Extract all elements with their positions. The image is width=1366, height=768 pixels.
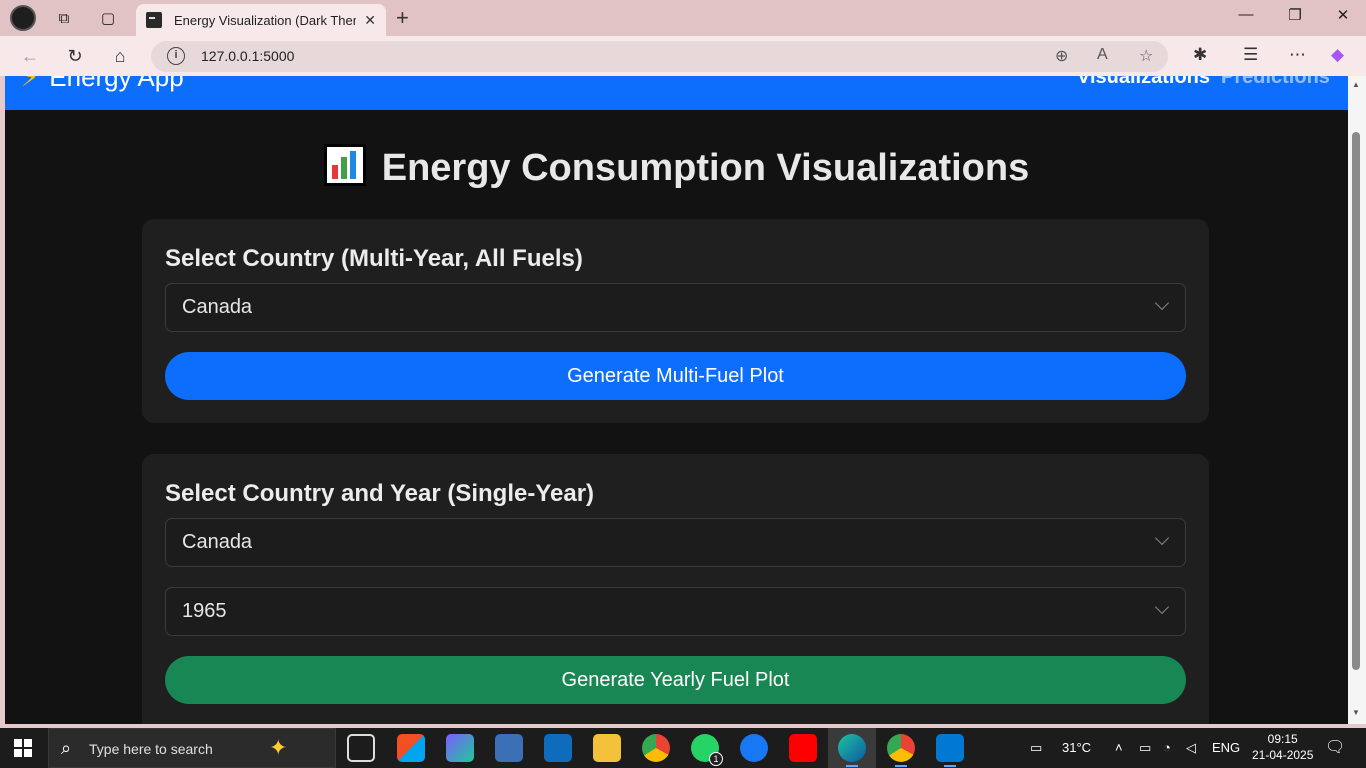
weather-temp[interactable]: 31°C — [1062, 740, 1091, 755]
taskbar-search[interactable]: ⌕ Type here to search ✦ — [48, 728, 336, 768]
volume-icon[interactable]: ◁ — [1186, 740, 1196, 756]
nav-predictions[interactable]: Predictions — [1221, 76, 1330, 89]
scrollbar-thumb[interactable] — [1352, 132, 1360, 670]
site-info-icon[interactable]: i — [167, 47, 185, 65]
multi-year-country-select[interactable]: Canada — [165, 283, 1186, 332]
m365-icon[interactable] — [446, 734, 474, 762]
chrome-profile-icon[interactable] — [887, 734, 915, 767]
generate-yearly-fuel-button[interactable]: Generate Yearly Fuel Plot — [165, 656, 1186, 704]
battery-icon[interactable]: ▭ — [1139, 740, 1151, 756]
home-icon[interactable]: ⌂ — [108, 44, 132, 68]
page-title-text: Energy Consumption Visualizations — [381, 147, 1030, 189]
facebook-icon[interactable] — [740, 734, 768, 762]
store-icon[interactable] — [397, 734, 425, 762]
extensions-icon[interactable]: ✱ — [1193, 45, 1207, 65]
refresh-icon[interactable]: ↻ — [63, 44, 87, 68]
multi-year-country-value: Canada — [182, 296, 253, 318]
browser-toolbar: ← ↻ ⌂ i 127.0.0.1:5000 ⊕ A ☆ ✱ ☰ ⋯ ◆ — [0, 36, 1366, 76]
chevron-down-icon — [1154, 599, 1170, 615]
edge-icon[interactable] — [838, 734, 866, 767]
single-year-year-value: 1965 — [182, 600, 227, 622]
search-placeholder: Type here to search — [89, 741, 213, 757]
browser-tab-strip: ⧉ ▢ Energy Visualization (Dark Theme) ✕ … — [0, 0, 1366, 36]
back-icon[interactable]: ← — [18, 44, 42, 68]
whatsapp-badge: 1 — [709, 752, 723, 766]
remote-desktop-icon[interactable] — [495, 734, 523, 762]
single-year-country-select[interactable]: Canada — [165, 518, 1186, 567]
favorite-star-icon[interactable]: ☆ — [1139, 46, 1153, 66]
chrome-icon[interactable] — [642, 734, 670, 762]
read-aloud-icon[interactable]: A — [1097, 46, 1108, 64]
app-navbar: ⚡ Energy App Visualizations Predictions — [5, 76, 1348, 110]
language-indicator[interactable]: ENG — [1212, 740, 1240, 755]
workspaces-icon[interactable]: ⧉ — [54, 8, 74, 28]
minimize-icon[interactable]: — — [1234, 6, 1258, 23]
zoom-icon[interactable]: ⊕ — [1055, 46, 1068, 66]
clock-date: 21-04-2025 — [1252, 748, 1314, 762]
clock[interactable]: 09:15 21-04-2025 — [1252, 731, 1313, 763]
single-year-country-value: Canada — [182, 531, 253, 553]
chevron-down-icon — [1154, 530, 1170, 546]
brand-name: Energy App — [49, 76, 184, 92]
copilot-icon[interactable]: ◆ — [1331, 45, 1344, 65]
single-year-card: Select Country and Year (Single-Year) Ca… — [142, 454, 1209, 724]
multi-year-heading: Select Country (Multi-Year, All Fuels) — [165, 245, 583, 272]
page-title: Energy Consumption Visualizations — [5, 144, 1348, 190]
chevron-down-icon — [1154, 295, 1170, 311]
windows-taskbar: ⌕ Type here to search ✦ 1 ▭ 31°C ˄ ▭ ◔ ◁… — [0, 728, 1366, 768]
profile-avatar[interactable] — [10, 5, 36, 31]
brand[interactable]: ⚡ Energy App — [21, 76, 184, 93]
lightning-icon: ⚡ — [21, 76, 40, 92]
youtube-icon[interactable] — [789, 734, 817, 762]
search-icon: ⌕ — [61, 738, 72, 758]
single-year-heading: Select Country and Year (Single-Year) — [165, 480, 595, 507]
windows-start-icon[interactable] — [14, 739, 32, 757]
page-scrollbar[interactable]: ▲ ▼ — [1348, 76, 1366, 724]
tray-expand-icon[interactable]: ˄ — [1115, 740, 1123, 755]
vertical-tabs-icon[interactable]: ▢ — [98, 8, 118, 28]
bar-chart-icon — [323, 144, 366, 186]
weather-icon[interactable]: ▭ — [1030, 740, 1042, 756]
single-year-year-select[interactable]: 1965 — [165, 587, 1186, 636]
multi-year-card: Select Country (Multi-Year, All Fuels) C… — [142, 219, 1209, 423]
tab-title: Energy Visualization (Dark Theme) — [174, 12, 357, 28]
nav-visualizations[interactable]: Visualizations — [1077, 76, 1210, 89]
terminal-favicon-icon — [146, 12, 162, 28]
web-page: ⚡ Energy App Visualizations Predictions … — [5, 76, 1348, 724]
restore-icon[interactable]: ❐ — [1283, 6, 1307, 24]
address-bar[interactable]: i 127.0.0.1:5000 ⊕ A ☆ — [151, 41, 1168, 72]
tab-close-icon[interactable]: ✕ — [364, 12, 376, 29]
close-window-icon[interactable]: ✕ — [1331, 6, 1355, 24]
task-view-icon[interactable] — [347, 734, 375, 762]
generate-multi-fuel-button[interactable]: Generate Multi-Fuel Plot — [165, 352, 1186, 400]
whatsapp-icon[interactable]: 1 — [691, 734, 723, 766]
wifi-icon[interactable]: ◔ — [1163, 740, 1171, 755]
address-url[interactable]: 127.0.0.1:5000 — [201, 48, 294, 64]
new-tab-button[interactable]: + — [396, 5, 409, 31]
scroll-down-icon[interactable]: ▼ — [1352, 708, 1360, 717]
more-menu-icon[interactable]: ⋯ — [1289, 45, 1306, 65]
clock-time: 09:15 — [1267, 732, 1298, 746]
search-highlight-icon: ✦ — [269, 735, 288, 760]
outlook-icon[interactable] — [544, 734, 572, 762]
browser-tab-active[interactable]: Energy Visualization (Dark Theme) ✕ — [136, 4, 386, 36]
notifications-icon[interactable]: 🗨 — [1325, 737, 1345, 757]
scroll-up-icon[interactable]: ▲ — [1352, 80, 1360, 89]
vscode-icon[interactable] — [936, 734, 964, 767]
file-explorer-icon[interactable] — [593, 734, 621, 762]
favorites-icon[interactable]: ☰ — [1243, 45, 1258, 65]
